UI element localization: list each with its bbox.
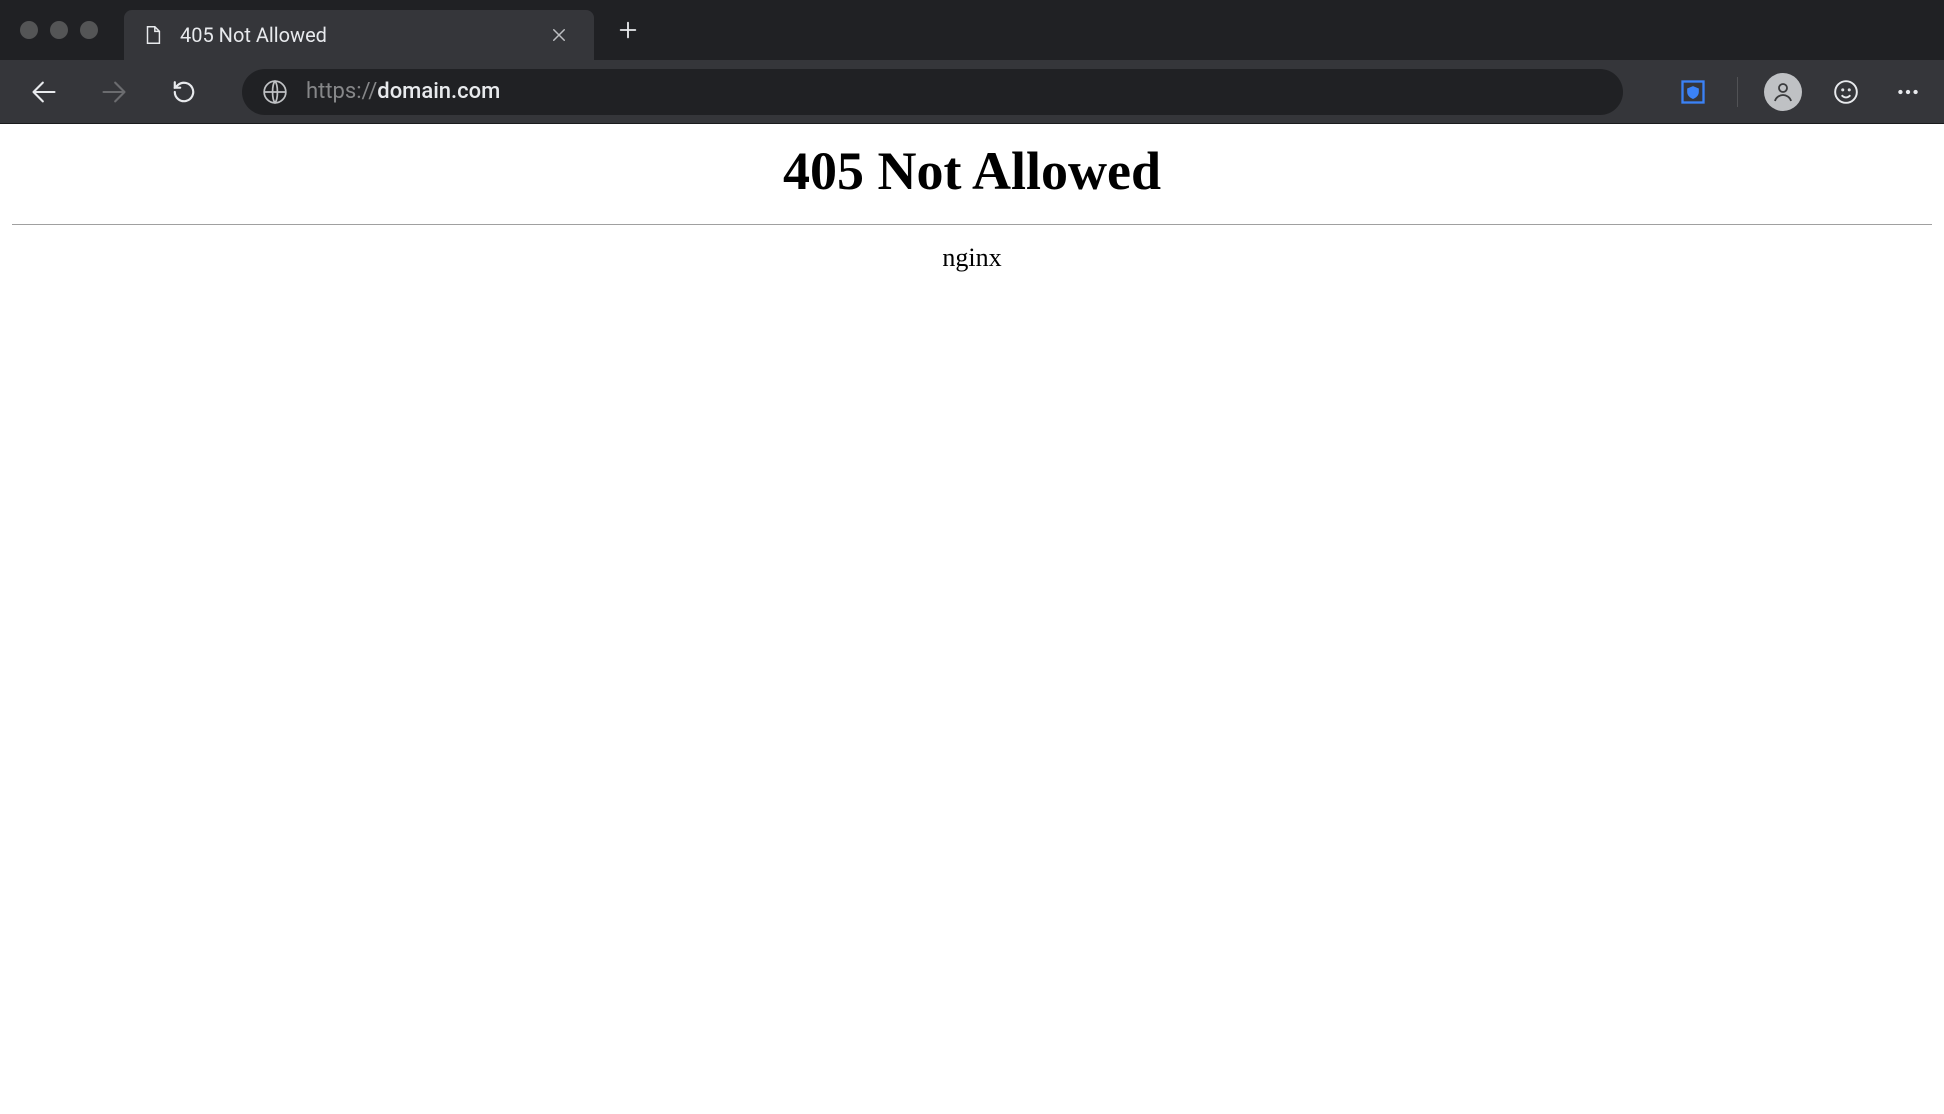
page-viewport: 405 Not Allowed nginx — [0, 124, 1944, 273]
globe-icon — [262, 79, 288, 105]
forward-button[interactable] — [96, 74, 132, 110]
new-tab-button[interactable] — [608, 10, 648, 50]
url-text: https://domain.com — [306, 79, 500, 104]
toolbar-right — [1675, 73, 1926, 111]
reload-button[interactable] — [166, 74, 202, 110]
window-minimize-button[interactable] — [50, 21, 68, 39]
close-tab-button[interactable] — [542, 18, 576, 52]
server-name: nginx — [12, 243, 1932, 273]
page-icon — [142, 24, 164, 46]
more-menu-button[interactable] — [1890, 74, 1926, 110]
window-controls — [20, 21, 98, 39]
window-maximize-button[interactable] — [80, 21, 98, 39]
tracking-prevention-icon[interactable] — [1675, 74, 1711, 110]
browser-chrome: 405 Not Allowed https://domain.c — [0, 0, 1944, 124]
browser-tab[interactable]: 405 Not Allowed — [124, 10, 594, 60]
address-bar[interactable]: https://domain.com — [242, 69, 1623, 115]
tab-title: 405 Not Allowed — [180, 23, 526, 47]
url-scheme: https:// — [306, 79, 377, 104]
back-button[interactable] — [26, 74, 62, 110]
error-heading: 405 Not Allowed — [12, 140, 1932, 202]
feedback-icon[interactable] — [1828, 74, 1864, 110]
toolbar: https://domain.com — [0, 60, 1944, 124]
divider — [12, 224, 1932, 225]
window-close-button[interactable] — [20, 21, 38, 39]
url-host: domain.com — [377, 79, 500, 104]
tab-strip: 405 Not Allowed — [0, 0, 1944, 60]
separator — [1737, 77, 1738, 107]
profile-button[interactable] — [1764, 73, 1802, 111]
